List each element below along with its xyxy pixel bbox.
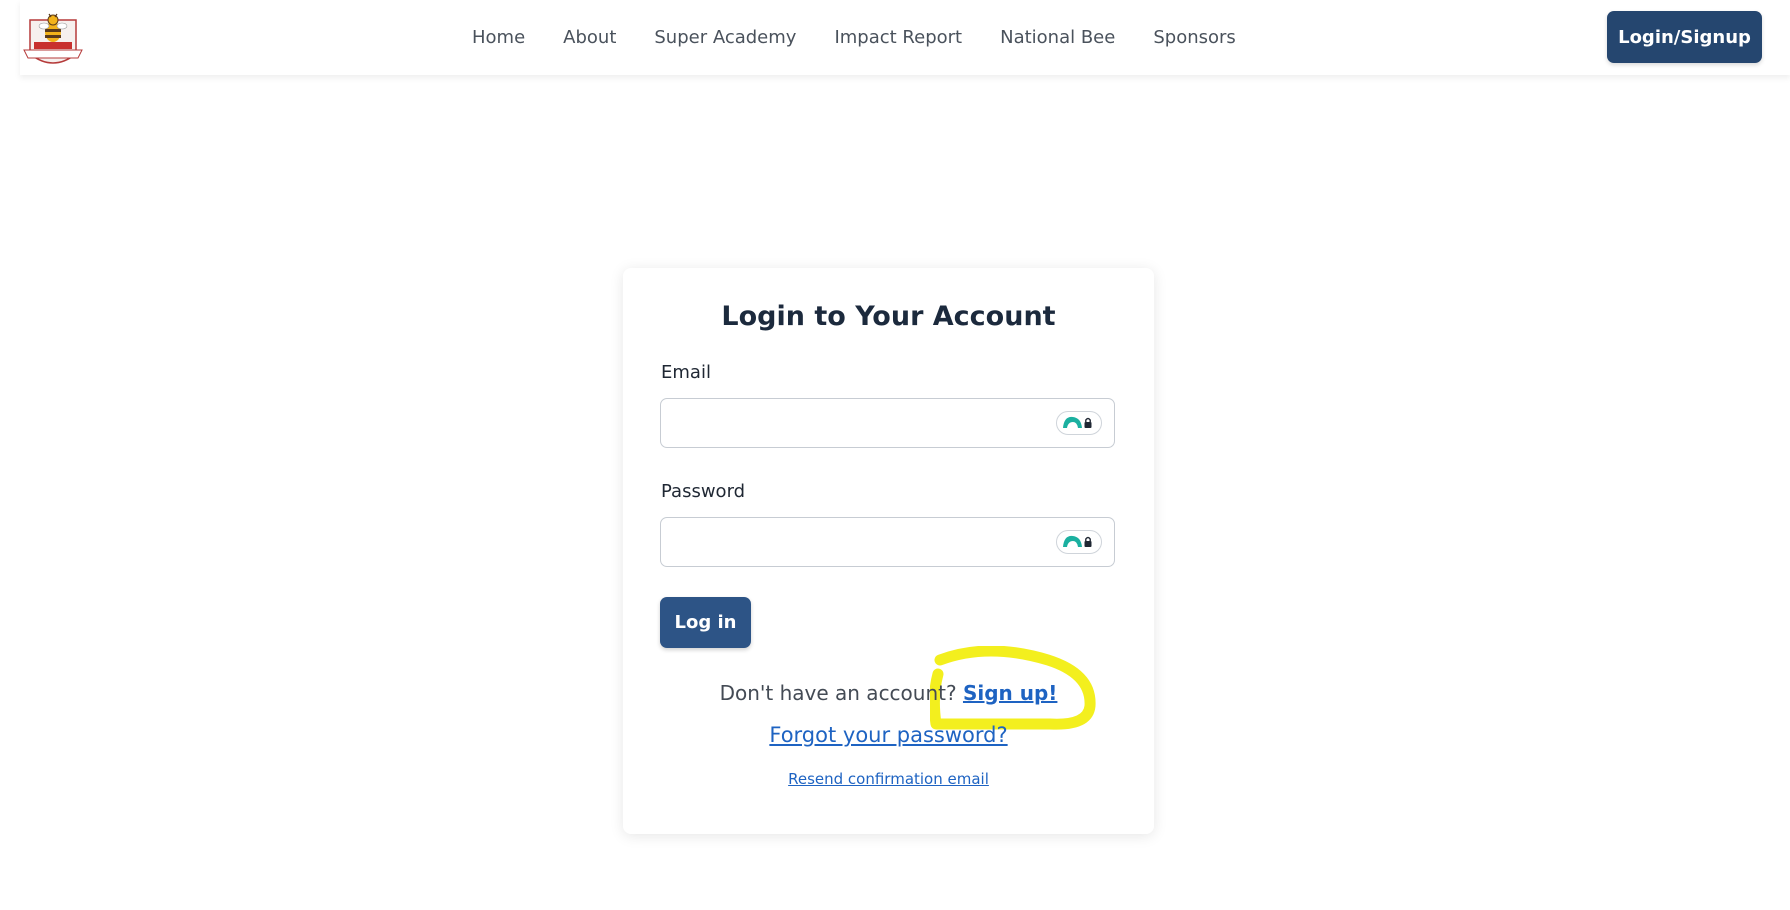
signup-link[interactable]: Sign up! (963, 681, 1057, 705)
log-in-button[interactable]: Log in (660, 597, 751, 648)
password-field[interactable] (660, 517, 1115, 567)
login-signup-button[interactable]: Login/Signup (1607, 11, 1762, 63)
nav-about-link[interactable]: About (563, 27, 616, 48)
email-label: Email (661, 362, 711, 383)
password-manager-lock-icon[interactable] (1056, 530, 1102, 554)
email-field[interactable] (660, 398, 1115, 448)
resend-confirmation-link[interactable]: Resend confirmation email (788, 770, 989, 788)
signup-prompt-text: Don't have an account? (719, 681, 957, 705)
forgot-password-link[interactable]: Forgot your password? (769, 723, 1007, 747)
resend-confirmation-line: Resend confirmation email (623, 770, 1154, 788)
signup-prompt-line: Don't have an account? Sign up! (623, 681, 1154, 705)
password-label: Password (661, 481, 746, 502)
nav-sponsors-link[interactable]: Sponsors (1153, 27, 1235, 48)
nav-super-academy-link[interactable]: Super Academy (654, 27, 796, 48)
forgot-password-line: Forgot your password? (623, 723, 1154, 747)
nav-impact-report-link[interactable]: Impact Report (834, 27, 962, 48)
spelling-bee-logo-icon[interactable] (20, 6, 86, 70)
password-manager-lock-icon[interactable] (1056, 411, 1102, 435)
nav-home-link[interactable]: Home (472, 27, 525, 48)
site-header: Home About Super Academy Impact Report N… (20, 0, 1790, 75)
nav-national-bee-link[interactable]: National Bee (1000, 27, 1115, 48)
main-nav: Home About Super Academy Impact Report N… (472, 0, 1236, 75)
page-title: Login to Your Account (721, 301, 1056, 332)
